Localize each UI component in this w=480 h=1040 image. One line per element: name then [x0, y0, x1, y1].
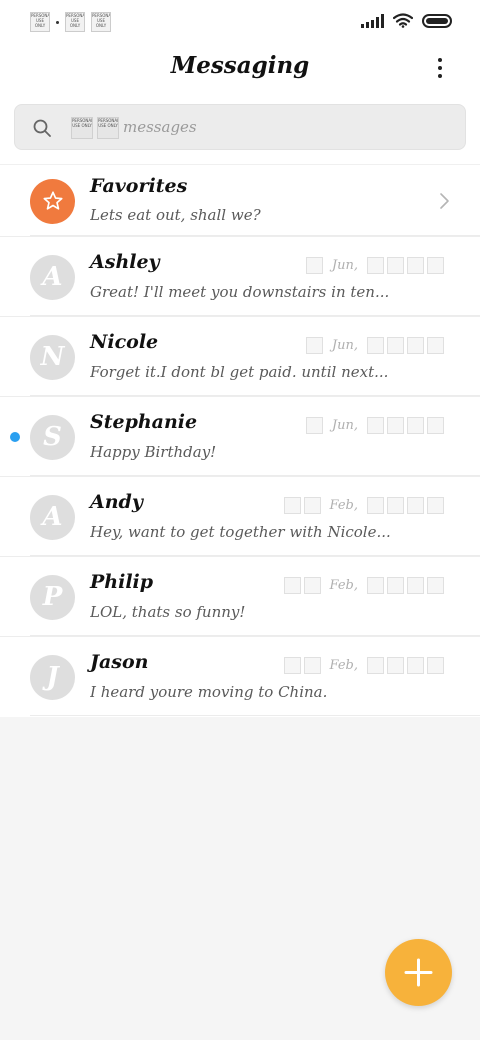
watermark-logo	[303, 577, 321, 594]
contact-name: Favorites	[90, 175, 188, 197]
watermark-logo	[367, 417, 384, 434]
watermark-logo	[283, 497, 301, 514]
watermark-logo	[407, 257, 424, 274]
search-icon	[33, 119, 51, 137]
message-snippet: Hey, want to get together with Nicole...	[90, 523, 391, 541]
contact-avatar: A	[30, 495, 75, 540]
watermark-logo	[283, 657, 301, 674]
contact-avatar: S	[30, 415, 75, 460]
watermark-logo	[427, 577, 444, 594]
status-dot	[56, 20, 59, 24]
contact-avatar: J	[30, 655, 75, 700]
watermark-logo	[367, 497, 384, 514]
message-snippet: Great! I'll meet you downstairs in ten..…	[90, 283, 390, 301]
watermark-logo: PERSONAL USE ONLY	[91, 12, 111, 32]
new-message-button[interactable]	[385, 939, 452, 1006]
watermark-logo	[305, 337, 323, 354]
watermark-logo	[367, 257, 384, 274]
message-date: Feb,	[283, 497, 444, 514]
chevron-right-icon	[440, 193, 449, 209]
watermark-logo	[387, 657, 404, 674]
date-month: Jun,	[331, 338, 358, 353]
favorites-row[interactable]: Favorites Lets eat out, shall we?	[0, 164, 480, 236]
message-snippet: LOL, thats so funny!	[90, 603, 246, 621]
watermark-logo	[387, 337, 404, 354]
conversation-row[interactable]: A Ashley Jun, Great! I'll meet you downs…	[0, 236, 480, 316]
message-snippet: Lets eat out, shall we?	[90, 206, 261, 224]
conversation-row[interactable]: P Philip Feb, LOL, thats so funny!	[0, 556, 480, 636]
battery-icon	[422, 13, 452, 28]
contact-avatar: A	[30, 255, 75, 300]
watermark-logo	[407, 337, 424, 354]
search-placeholder: messages	[123, 118, 197, 136]
watermark-logo	[407, 577, 424, 594]
conversation-list: Favorites Lets eat out, shall we? A Ashl…	[0, 164, 480, 716]
contact-name: Andy	[90, 491, 143, 513]
status-left: PERSONAL USE ONLY PERSONAL USE ONLY PERS…	[30, 12, 111, 32]
message-date: Feb,	[283, 657, 444, 674]
message-snippet: I heard youre moving to China.	[90, 683, 328, 701]
wifi-icon	[393, 13, 413, 28]
status-bar: PERSONAL USE ONLY PERSONAL USE ONLY PERS…	[0, 0, 480, 44]
watermark-logo	[407, 417, 424, 434]
watermark-logo	[367, 577, 384, 594]
watermark-logo	[427, 497, 444, 514]
date-month: Feb,	[329, 658, 358, 673]
more-options-icon[interactable]	[430, 58, 450, 84]
status-right	[361, 13, 452, 28]
conversation-row[interactable]: J Jason Feb, I heard youre moving to Chi…	[0, 636, 480, 716]
watermark-logo	[427, 657, 444, 674]
plus-icon	[404, 958, 433, 987]
date-month: Jun,	[331, 258, 358, 273]
watermark-logo	[407, 657, 424, 674]
contact-avatar: N	[30, 335, 75, 380]
watermark-logo: PERSONAL USE ONLY	[65, 12, 85, 32]
watermark-logo	[387, 497, 404, 514]
message-date: Jun,	[305, 417, 444, 434]
watermark-logo	[303, 657, 321, 674]
message-snippet: Happy Birthday!	[90, 443, 217, 461]
watermark-logo	[367, 337, 384, 354]
unread-indicator	[10, 432, 20, 442]
watermark-logo	[305, 257, 323, 274]
divider	[30, 715, 480, 716]
date-month: Feb,	[329, 498, 358, 513]
contact-avatar: P	[30, 575, 75, 620]
message-date: Feb,	[283, 577, 444, 594]
search-watermark: PERSONAL USE ONLY PERSONAL USE ONLY	[71, 117, 119, 139]
message-snippet: Forget it.I dont bl get paid. until next…	[90, 363, 389, 381]
message-date: Jun,	[305, 337, 444, 354]
star-icon	[42, 191, 63, 210]
watermark-logo	[367, 657, 384, 674]
message-date: Jun,	[305, 257, 444, 274]
watermark-logo	[427, 417, 444, 434]
contact-name: Jason	[90, 651, 149, 673]
watermark-logo	[387, 417, 404, 434]
watermark-logo	[407, 497, 424, 514]
search-bar[interactable]: PERSONAL USE ONLY PERSONAL USE ONLY mess…	[14, 104, 466, 150]
contact-name: Stephanie	[90, 411, 198, 433]
contact-name: Philip	[90, 571, 154, 593]
watermark-logo	[283, 577, 301, 594]
watermark-logo	[305, 417, 323, 434]
contact-name: Nicole	[90, 331, 159, 353]
date-month: Jun,	[331, 418, 358, 433]
watermark-logo	[427, 257, 444, 274]
favorites-avatar	[30, 179, 75, 224]
conversation-row[interactable]: S Stephanie Jun, Happy Birthday!	[0, 396, 480, 476]
watermark-logo	[303, 497, 321, 514]
conversation-row[interactable]: N Nicole Jun, Forget it.I dont bl get pa…	[0, 316, 480, 396]
page-title: Messaging	[170, 52, 310, 79]
contact-name: Ashley	[90, 251, 160, 273]
watermark-logo: PERSONAL USE ONLY	[97, 117, 119, 139]
signal-icon	[361, 13, 384, 28]
watermark-logo	[427, 337, 444, 354]
date-month: Feb,	[329, 578, 358, 593]
watermark-logo: PERSONAL USE ONLY	[30, 12, 50, 32]
watermark-logo	[387, 577, 404, 594]
conversation-row[interactable]: A Andy Feb, Hey, want to get together wi…	[0, 476, 480, 556]
watermark-logo	[387, 257, 404, 274]
watermark-logo: PERSONAL USE ONLY	[71, 117, 93, 139]
